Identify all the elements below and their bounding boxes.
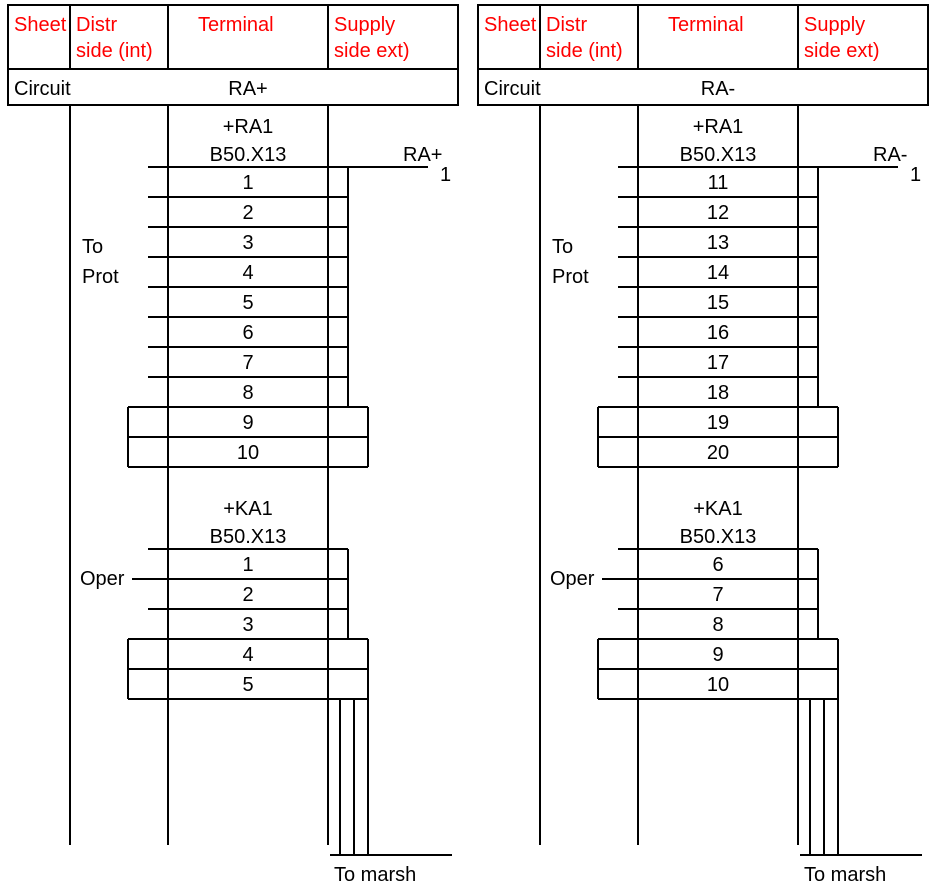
group1-title2: B50.X13 <box>680 526 757 548</box>
terminal-value: 1 <box>242 554 253 576</box>
circuit-name: RA+ <box>228 78 267 100</box>
group0-title1: +RA1 <box>223 116 274 138</box>
terminal-value: 9 <box>242 412 253 434</box>
header-distr2: side (int) <box>76 40 153 62</box>
terminal-value: 5 <box>242 292 253 314</box>
terminal-value: 4 <box>242 262 253 284</box>
terminal-value: 1 <box>242 172 253 194</box>
terminal-value: 2 <box>242 584 253 606</box>
circuit-label: Circuit <box>484 78 541 100</box>
distr-to: To <box>82 236 103 258</box>
terminal-value: 12 <box>707 202 729 224</box>
circuit-label: Circuit <box>14 78 71 100</box>
terminal-value: 16 <box>707 322 729 344</box>
distr-to: To <box>552 236 573 258</box>
terminal-value: 4 <box>242 644 253 666</box>
distr-prot: Prot <box>82 266 119 288</box>
header-terminal: Terminal <box>668 14 744 36</box>
footer-line1: To marsh <box>804 864 886 886</box>
terminal-value: 9 <box>712 644 723 666</box>
terminal-value: 13 <box>707 232 729 254</box>
terminal-value: 10 <box>707 674 729 696</box>
group1-title1: +KA1 <box>223 498 272 520</box>
header-distr2: side (int) <box>546 40 623 62</box>
group0-title2: B50.X13 <box>210 144 287 166</box>
terminal-value: 11 <box>708 172 729 194</box>
terminal-value: 18 <box>707 382 729 404</box>
header-supply2: side ext) <box>804 40 880 62</box>
terminal-value: 10 <box>237 442 259 464</box>
terminal-value: 20 <box>707 442 729 464</box>
supply-tag: RA- <box>873 144 907 166</box>
circuit-name: RA- <box>701 78 735 100</box>
terminal-value: 5 <box>242 674 253 696</box>
header-supply2: side ext) <box>334 40 410 62</box>
header-sheet: Sheet <box>14 14 67 36</box>
terminal-value: 8 <box>242 382 253 404</box>
footer-line1: To marsh <box>334 864 416 886</box>
header-sheet: Sheet <box>484 14 537 36</box>
group0-title2: B50.X13 <box>680 144 757 166</box>
terminal-value: 6 <box>712 554 723 576</box>
terminal-value: 2 <box>242 202 253 224</box>
terminal-value: 3 <box>242 614 253 636</box>
group1-title1: +KA1 <box>693 498 742 520</box>
supply-num: 1 <box>910 164 921 186</box>
header-distr: Distr <box>546 14 587 36</box>
distr-prot: Prot <box>552 266 589 288</box>
terminal-value: 15 <box>707 292 729 314</box>
supply-tag: RA+ <box>403 144 442 166</box>
distr-oper: Oper <box>80 568 125 590</box>
supply-num: 1 <box>440 164 451 186</box>
terminal-value: 7 <box>712 584 723 606</box>
terminal-value: 19 <box>707 412 729 434</box>
terminal-value: 6 <box>242 322 253 344</box>
distr-oper: Oper <box>550 568 595 590</box>
header-supply: Supply <box>334 14 395 36</box>
header-supply: Supply <box>804 14 865 36</box>
header-distr: Distr <box>76 14 117 36</box>
terminal-value: 7 <box>242 352 253 374</box>
terminal-value: 8 <box>712 614 723 636</box>
group0-title1: +RA1 <box>693 116 744 138</box>
terminal-value: 14 <box>707 262 729 284</box>
terminal-value: 17 <box>707 352 729 374</box>
terminal-value: 3 <box>242 232 253 254</box>
group1-title2: B50.X13 <box>210 526 287 548</box>
header-terminal: Terminal <box>198 14 274 36</box>
